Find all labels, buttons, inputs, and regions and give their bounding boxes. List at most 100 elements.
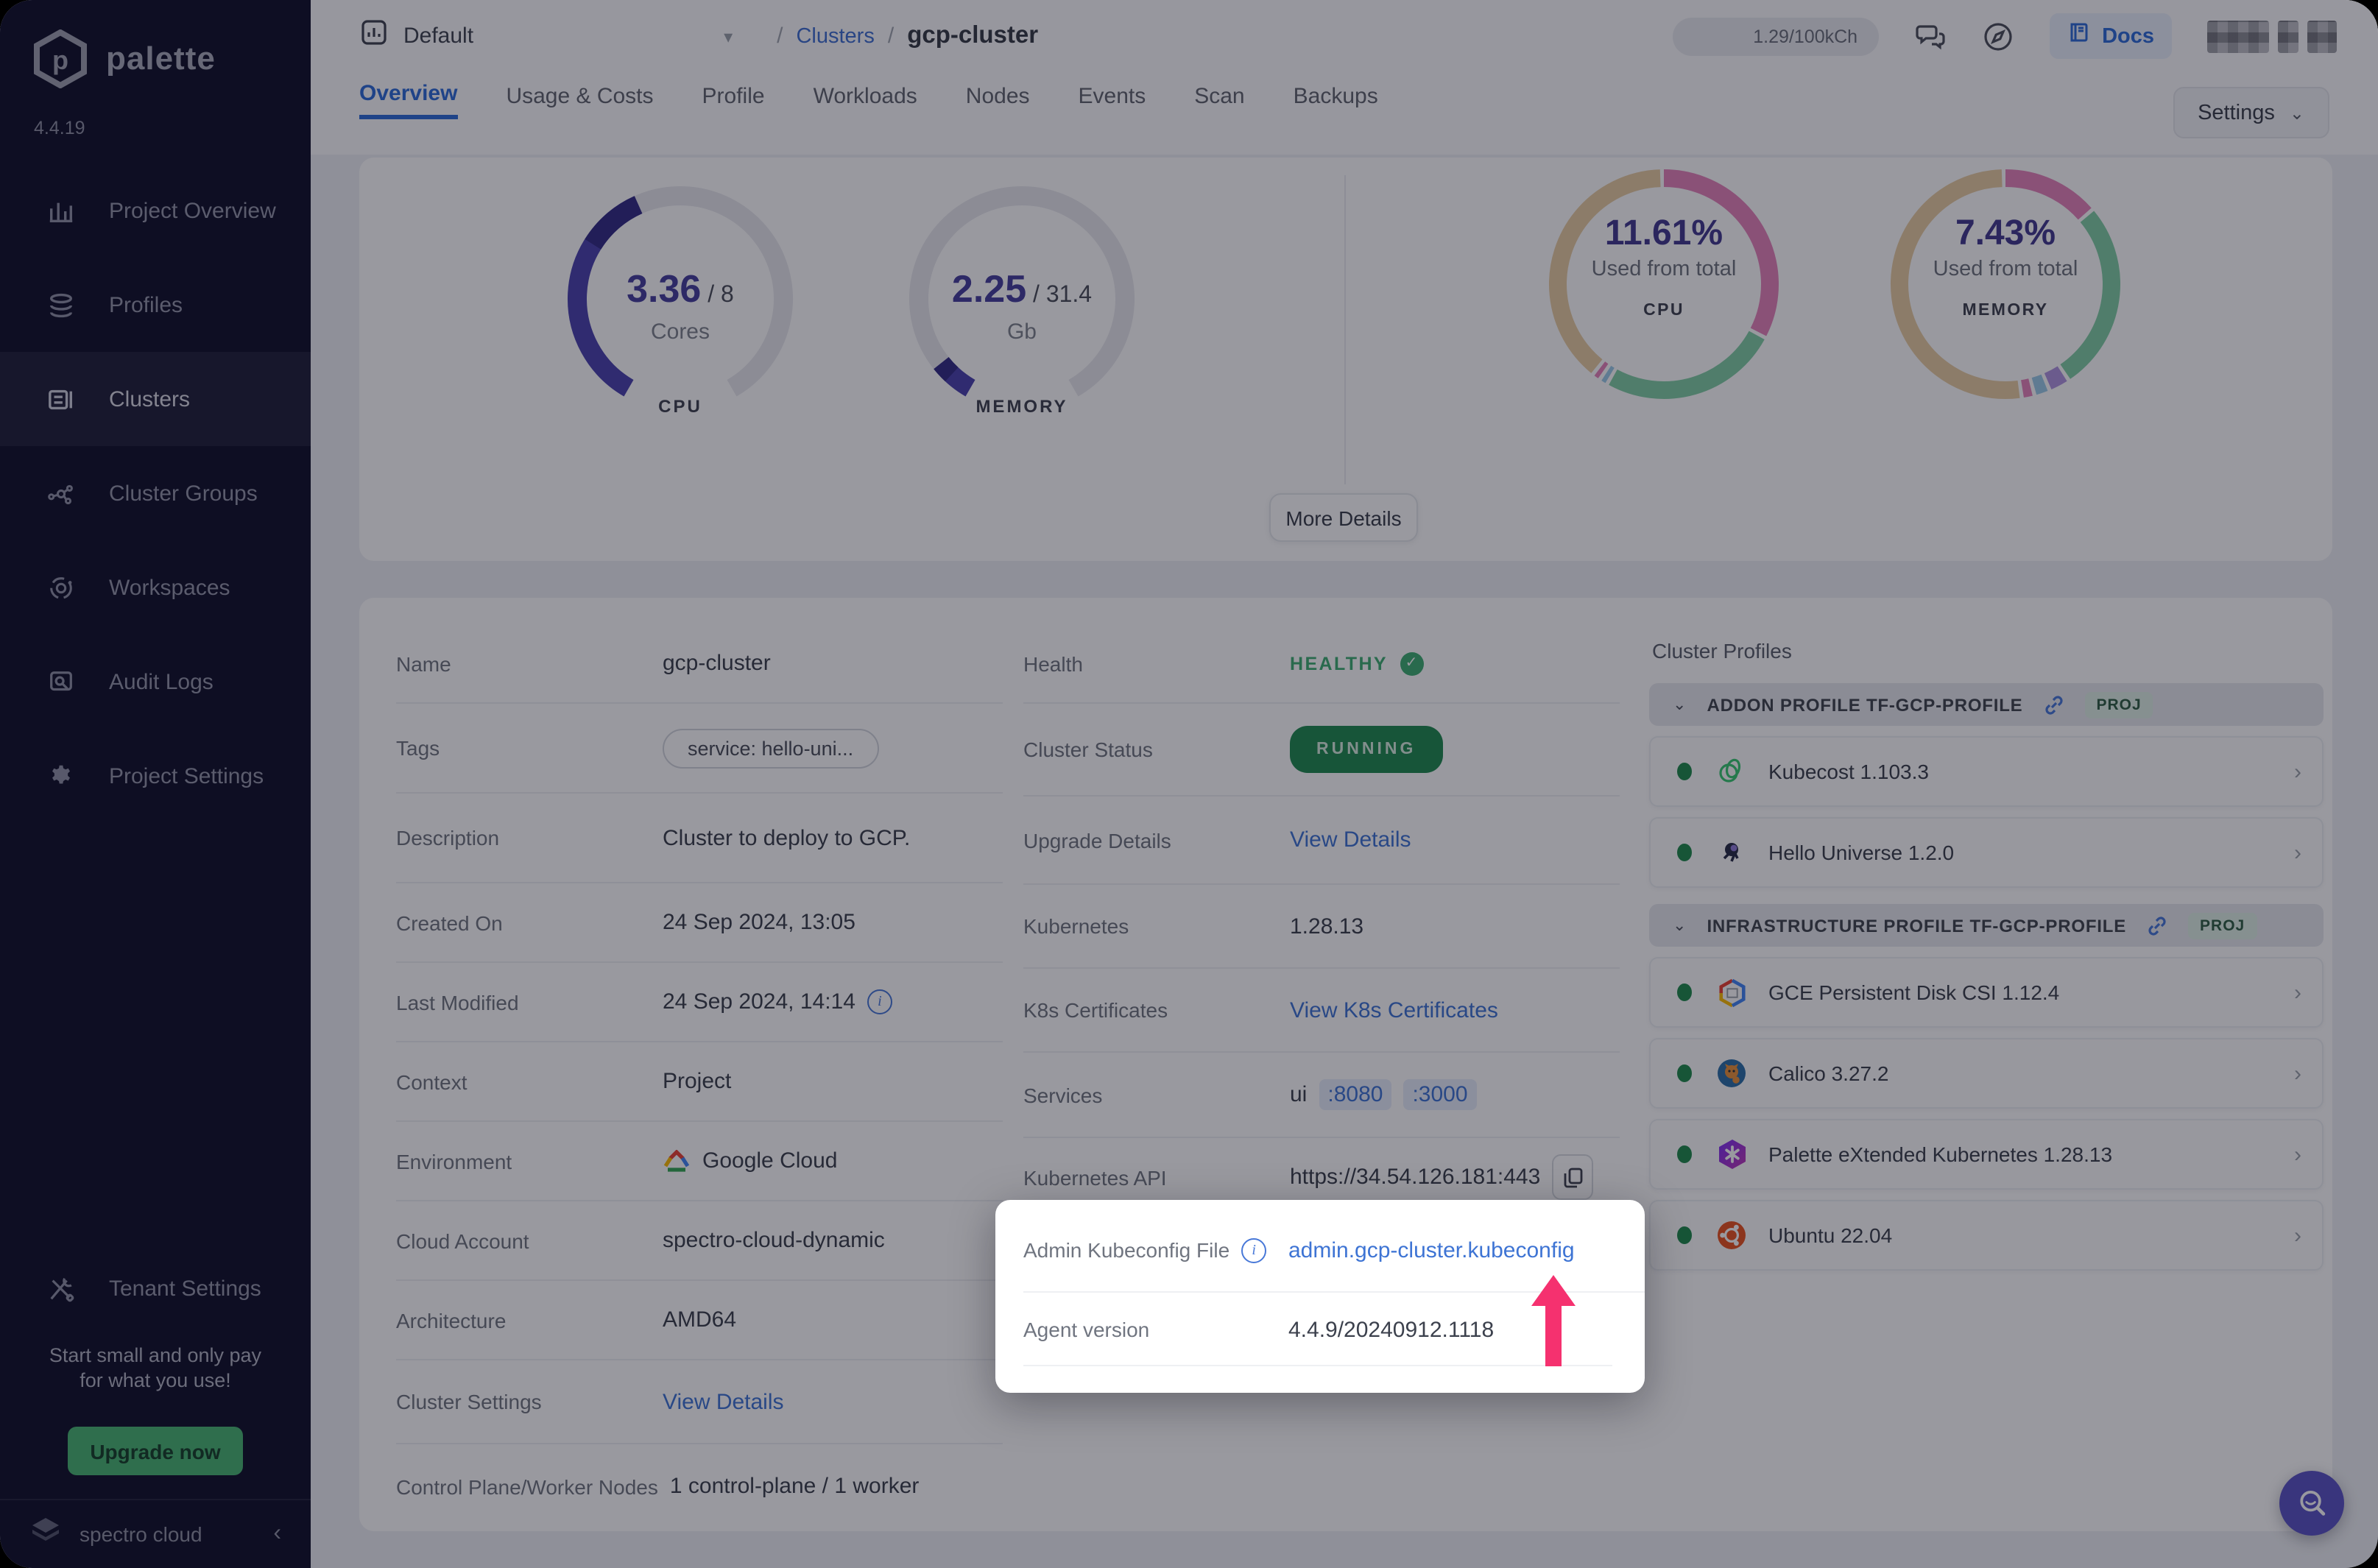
hello-universe-icon [1715,836,1748,869]
screen: p palette 4.4.19 Project Overview Profil… [0,0,2378,1568]
detail-row-k8s-certificates: K8s Certificates View K8s Certificates [1023,969,1620,1053]
google-cloud-icon [663,1149,691,1173]
sidebar-tenant: Tenant Settings [0,1241,311,1335]
profile-layer-calico[interactable]: Calico 3.27.2 › [1649,1038,2324,1109]
tab-backups[interactable]: Backups [1294,83,1378,117]
profile-layer-ubuntu[interactable]: Ubuntu 22.04 › [1649,1200,2324,1271]
brand-logo[interactable]: p palette [32,29,216,88]
cpu-usage-caption: Used from total [1546,258,1782,281]
docs-button[interactable]: Docs [2049,13,2172,59]
sidebar-item-clusters[interactable]: Clusters [0,352,311,446]
search-fab-button[interactable] [2279,1471,2344,1536]
upgrade-now-button[interactable]: Upgrade now [68,1427,243,1475]
sidebar-collapse-icon[interactable]: ‹ [273,1521,281,1547]
info-icon[interactable]: i [867,989,892,1014]
breadcrumb-clusters-link[interactable]: Clusters [796,24,874,48]
app-version: 4.4.19 [34,118,85,138]
chat-icon[interactable] [1913,20,1946,52]
tag-pill[interactable]: service: hello-uni... [663,728,878,768]
user-account-redacted[interactable] [2207,20,2337,52]
palette-logo-icon: p [32,29,88,88]
proj-scope-badge: PROJ [2188,912,2257,939]
sidebar-footer: spectro cloud ‹ [0,1499,311,1568]
tab-usage-costs[interactable]: Usage & Costs [506,83,653,117]
settings-label: Settings [2198,101,2275,124]
memory-unit-label: Gb [904,319,1140,345]
layers-icon [46,290,75,319]
service-port-8080-link[interactable]: :8080 [1319,1079,1391,1110]
detail-row-name: Name gcp-cluster [396,624,1003,704]
book-icon [2067,21,2090,52]
project-selector[interactable]: Default ▾ [359,18,733,54]
memory-usage-caption: Used from total [1888,258,2123,281]
infrastructure-profile-group-header[interactable]: ⌄ INFRASTRUCTURE PROFILE TF-GCP-PROFILE … [1649,904,2324,947]
tab-nodes[interactable]: Nodes [966,83,1030,117]
cpu-used-value: 3.36 [627,266,701,311]
cpu-gauge: 3.36 / 8 Cores CPU [562,181,798,417]
status-dot-green [1677,1145,1692,1163]
admin-kubeconfig-file-link[interactable]: admin.gcp-cluster.kubeconfig [1288,1237,1575,1262]
usage-quota-pill[interactable]: 1.29/100kCh [1672,17,1878,55]
chevron-right-icon: › [2294,1223,2301,1248]
detail-row-kubernetes: Kubernetes 1.28.13 [1023,885,1620,969]
tab-scan[interactable]: Scan [1194,83,1244,117]
memory-usage-percent: 7.43% [1888,213,2123,255]
brand-name: palette [106,40,216,78]
profile-layer-palette-extended-kubernetes[interactable]: Palette eXtended Kubernetes 1.28.13 › [1649,1119,2324,1190]
info-icon[interactable]: i [1241,1237,1266,1262]
breadcrumb-current: gcp-cluster [907,22,1038,50]
tab-overview[interactable]: Overview [359,81,457,119]
copy-icon[interactable] [1552,1154,1593,1200]
agent-version-value: 4.4.9/20240912.1118 [1288,1317,1494,1342]
addon-profile-group-header[interactable]: ⌄ ADDON PROFILE TF-GCP-PROFILE PROJ [1649,683,2324,726]
calico-icon [1715,1057,1748,1090]
chevron-right-icon: › [2294,980,2301,1005]
tab-workloads[interactable]: Workloads [814,83,917,117]
detail-row-health: Health HEALTHY✓ [1023,624,1620,704]
gce-disk-icon [1715,976,1748,1009]
sidebar-item-profiles[interactable]: Profiles [0,258,311,352]
settings-button[interactable]: Settings ⌄ [2173,87,2329,138]
detail-row-architecture: Architecture AMD64 [396,1281,1003,1360]
redacted-block [2278,20,2298,52]
service-port-3000-link[interactable]: :3000 [1403,1079,1476,1110]
cluster-profiles-panel: Cluster Profiles ⌄ ADDON PROFILE TF-GCP-… [1649,639,2324,1281]
profile-layer-hello-universe[interactable]: Hello Universe 1.2.0 › [1649,817,2324,888]
breadcrumb: Default ▾ / Clusters / gcp-cluster [359,0,1038,72]
chevron-right-icon: › [2294,1142,2301,1167]
status-dot-green [1677,1064,1692,1082]
tab-events[interactable]: Events [1079,83,1146,117]
link-icon[interactable] [2044,694,2064,715]
ubuntu-icon [1715,1219,1748,1251]
detail-row-description: Description Cluster to deploy to GCP. [396,794,1003,883]
cpu-usage-percent: 11.61% [1546,213,1782,255]
sidebar-item-project-overview[interactable]: Project Overview [0,163,311,258]
more-details-button[interactable]: More Details [1269,493,1418,542]
project-selector-value: Default [403,24,473,49]
sidebar-item-project-settings[interactable]: Project Settings [0,729,311,823]
chevron-down-icon: ⌄ [1673,695,1686,714]
sidebar-nav: Project Overview Profiles Clusters Clust… [0,163,311,823]
link-icon[interactable] [2147,915,2167,936]
sidebar-item-tenant-settings[interactable]: Tenant Settings [0,1241,311,1335]
memory-metric-label: MEMORY [904,396,1140,417]
sidebar-item-cluster-groups[interactable]: Cluster Groups [0,446,311,540]
spectro-cloud-label: spectro cloud [80,1522,255,1546]
chevron-right-icon: › [2294,1061,2301,1086]
upgrade-view-details-link[interactable]: View Details [1290,827,1411,852]
spectro-cloud-icon [29,1516,62,1553]
profile-layer-kubecost[interactable]: Kubecost 1.103.3 › [1649,736,2324,807]
proj-scope-badge: PROJ [2085,691,2153,718]
profile-layer-gce-disk[interactable]: GCE Persistent Disk CSI 1.12.4 › [1649,957,2324,1028]
sidebar-item-audit-logs[interactable]: Audit Logs [0,635,311,729]
compass-icon[interactable] [1981,20,2014,52]
memory-total-value: / 31.4 [1033,283,1092,308]
redacted-block [2307,20,2337,52]
sidebar-item-workspaces[interactable]: Workspaces [0,540,311,635]
pxk-icon [1715,1138,1748,1170]
cluster-settings-view-details-link[interactable]: View Details [663,1389,784,1414]
cluster-tabs: Overview Usage & Costs Profile Workloads… [359,81,1378,119]
tab-profile[interactable]: Profile [702,83,765,117]
agent-version-label: Agent version [1023,1318,1149,1341]
view-k8s-certificates-link[interactable]: View K8s Certificates [1290,997,1498,1023]
